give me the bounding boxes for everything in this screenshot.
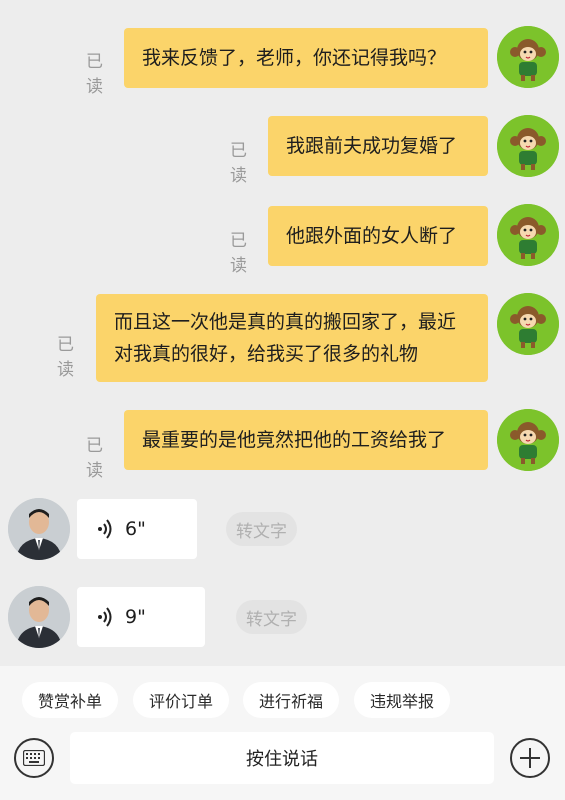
voice-wave-icon	[98, 519, 112, 539]
bottom-panel: 赞赏补单 评价订单 进行祈福 违规举报 按住说话	[0, 666, 565, 800]
plus-button[interactable]	[510, 738, 550, 778]
message-bubble[interactable]: 他跟外面的女人断了	[268, 206, 488, 266]
monkey-avatar[interactable]	[497, 293, 559, 355]
quick-action-report[interactable]: 违规举报	[354, 682, 451, 718]
monkey-avatar[interactable]	[497, 204, 559, 266]
read-status: 已读	[230, 231, 247, 276]
voice-duration: 6"	[125, 518, 146, 540]
voice-duration: 9"	[125, 606, 146, 628]
message-bubble[interactable]: 我来反馈了，老师，你还记得我吗？	[124, 28, 488, 88]
message-bubble[interactable]: 最重要的是他竟然把他的工资给我了	[124, 410, 488, 470]
to-text-button[interactable]: 转文字	[236, 600, 307, 634]
quick-action-rate-order[interactable]: 评价订单	[133, 682, 230, 718]
read-status: 已读	[230, 141, 247, 186]
to-text-button[interactable]: 转文字	[226, 512, 297, 546]
keyboard-button[interactable]	[14, 738, 54, 778]
plus-icon	[520, 748, 540, 768]
monkey-icon	[497, 115, 559, 177]
read-status: 已读	[86, 52, 103, 97]
voice-bubble[interactable]: 6"	[77, 499, 197, 559]
monkey-icon	[497, 409, 559, 471]
monkey-icon	[497, 293, 559, 355]
man-avatar[interactable]	[8, 498, 70, 560]
voice-wave-icon	[98, 607, 112, 627]
quick-action-tip-reorder[interactable]: 赞赏补单	[22, 682, 119, 718]
monkey-avatar[interactable]	[497, 409, 559, 471]
quick-action-blessing[interactable]: 进行祈福	[243, 682, 340, 718]
message-bubble[interactable]: 而且这一次他是真的真的搬回家了，最近对我真的很好，给我买了很多的礼物	[96, 294, 488, 382]
monkey-avatar[interactable]	[497, 115, 559, 177]
message-bubble[interactable]: 我跟前夫成功复婚了	[268, 116, 488, 176]
person-icon	[8, 498, 70, 560]
hold-to-talk-button[interactable]: 按住说话	[70, 732, 494, 784]
voice-bubble[interactable]: 9"	[77, 587, 205, 647]
read-status: 已读	[86, 436, 103, 481]
person-icon	[8, 586, 70, 648]
man-avatar[interactable]	[8, 586, 70, 648]
monkey-avatar[interactable]	[497, 26, 559, 88]
monkey-icon	[497, 204, 559, 266]
keyboard-icon	[23, 750, 45, 766]
monkey-icon	[497, 26, 559, 88]
read-status: 已读	[57, 335, 74, 380]
